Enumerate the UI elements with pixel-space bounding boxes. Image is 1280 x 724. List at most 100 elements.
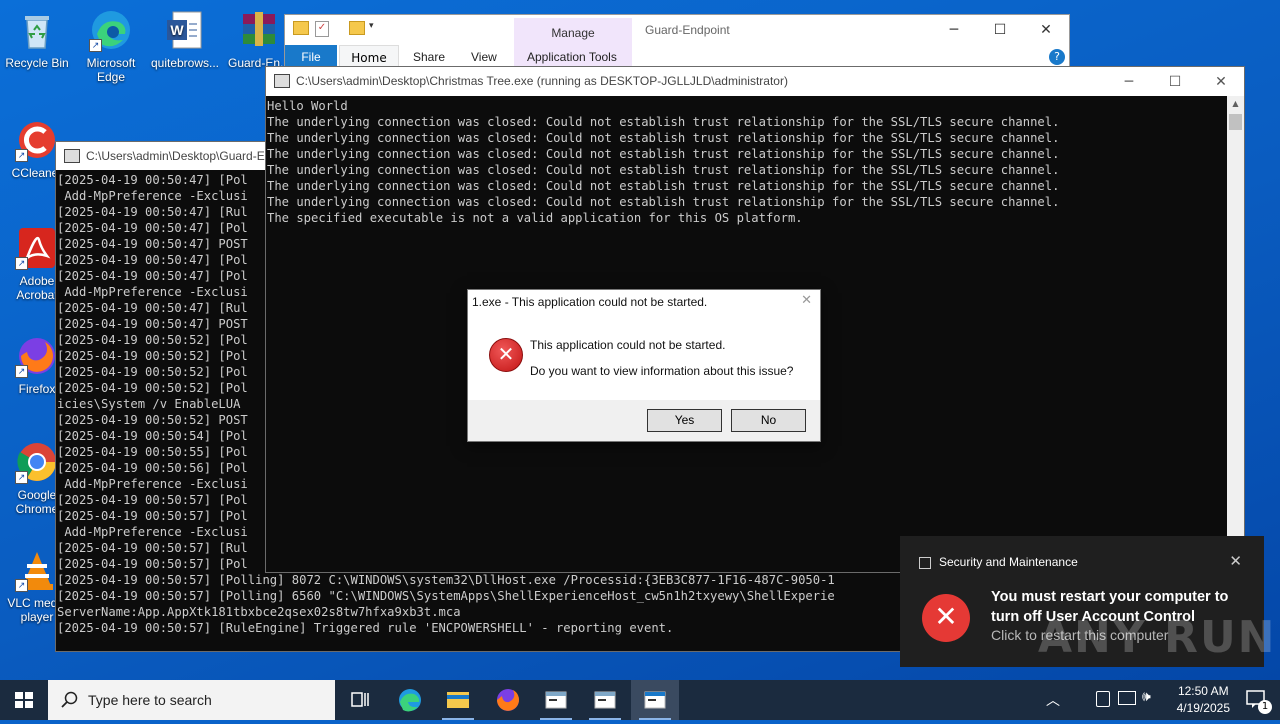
properties-icon[interactable]: ✓ xyxy=(315,21,329,37)
desktop-icon-label: Recycle Bin xyxy=(5,56,69,70)
chevron-up-icon[interactable]: ︿ xyxy=(1046,690,1060,710)
console-line: The underlying connection was closed: Co… xyxy=(267,195,1060,209)
console-line: [2025-04-19 00:50:57] [Polling] 8072 C:\… xyxy=(57,573,835,587)
vertical-scrollbar[interactable]: ▲ xyxy=(1227,96,1244,572)
folder-icon xyxy=(293,21,309,35)
winrar-icon xyxy=(237,8,281,52)
console-title: C:\Users\admin\Desktop\Christmas Tree.ex… xyxy=(296,74,788,88)
scroll-thumb[interactable] xyxy=(1229,114,1242,130)
anyrun-watermark: ANY RUN xyxy=(1038,612,1277,663)
firefox-icon xyxy=(497,689,519,711)
console-icon xyxy=(644,691,666,709)
network-icon[interactable] xyxy=(1118,691,1136,705)
help-icon[interactable]: ? xyxy=(1049,49,1065,65)
console-titlebar[interactable]: C:\Users\admin\Desktop\Christmas Tree.ex… xyxy=(266,67,1244,96)
console-line: The underlying connection was closed: Co… xyxy=(267,115,1060,129)
close-button[interactable]: ✕ xyxy=(1198,67,1244,97)
search-placeholder: Type here to search xyxy=(88,692,212,708)
explorer-title: Guard-Endpoint xyxy=(645,23,730,37)
console-icon xyxy=(594,691,616,709)
taskbar-edge[interactable] xyxy=(386,680,434,720)
console-line: [2025-04-19 00:50:57] [RuleEngine] Trigg… xyxy=(57,621,674,635)
desktop-icon-label: Adobe Acrobat xyxy=(16,274,58,302)
tab-share[interactable]: Share xyxy=(413,50,445,64)
edge-icon xyxy=(399,689,421,712)
taskbar-console-2[interactable] xyxy=(581,680,629,720)
console-title: C:\Users\admin\Desktop\Guard-E xyxy=(86,149,265,163)
new-folder-icon[interactable] xyxy=(349,21,365,35)
dialog-title: 1.exe - This application could not be st… xyxy=(472,295,708,309)
firefox-icon: ↗ xyxy=(15,334,59,378)
taskbar-console-active[interactable] xyxy=(631,680,679,720)
minimize-button[interactable]: ─ xyxy=(1106,67,1152,97)
edge-icon: ↗ xyxy=(89,8,133,52)
console-line: The underlying connection was closed: Co… xyxy=(267,131,1060,145)
shortcut-arrow-icon: ↗ xyxy=(15,257,28,270)
shortcut-arrow-icon: ↗ xyxy=(15,579,28,592)
desktop-icon-label: Google Chrome xyxy=(15,488,59,516)
start-button[interactable] xyxy=(0,680,48,720)
close-button[interactable]: ✕ xyxy=(1023,15,1069,45)
maximize-button[interactable]: ☐ xyxy=(977,15,1023,45)
dialog-message: This application could not be started. xyxy=(530,338,726,352)
console-icon xyxy=(274,74,290,88)
desktop-icon-label: quitebrows... xyxy=(150,56,220,70)
device-icon[interactable] xyxy=(1096,691,1110,707)
notification-icon xyxy=(1246,690,1265,708)
yes-button[interactable]: Yes xyxy=(647,409,722,432)
no-button[interactable]: No xyxy=(731,409,806,432)
toast-app-name: Security and Maintenance xyxy=(939,555,1078,569)
ccleaner-icon: ↗ xyxy=(15,118,59,162)
security-app-icon xyxy=(919,557,931,569)
maximize-button[interactable]: ☐ xyxy=(1152,67,1198,97)
acrobat-icon: ↗ xyxy=(15,226,59,270)
volume-icon[interactable]: 🕪 xyxy=(1142,689,1151,705)
console-line: The specified executable is not a valid … xyxy=(267,211,803,225)
search-box[interactable]: Type here to search xyxy=(48,680,335,720)
minimize-button[interactable]: ─ xyxy=(931,15,977,45)
shortcut-arrow-icon: ↗ xyxy=(15,149,28,162)
close-icon[interactable]: ✕ xyxy=(1229,552,1242,570)
clock-time: 12:50 AM xyxy=(1177,684,1229,698)
console-line: The underlying connection was closed: Co… xyxy=(267,163,1060,177)
dialog-question: Do you want to view information about th… xyxy=(530,364,794,378)
console-icon xyxy=(545,691,567,709)
recycle-bin-icon xyxy=(15,8,59,52)
word-doc-icon: W xyxy=(163,8,207,52)
notification-count-badge: 1 xyxy=(1258,700,1272,714)
quick-access-dropdown-icon[interactable]: ▾ xyxy=(369,21,374,31)
taskbar-file-explorer[interactable] xyxy=(434,680,482,720)
clock-date: 4/19/2025 xyxy=(1176,701,1230,715)
console-line: ServerName:App.AppXtk181tbxbce2qsex02s8t… xyxy=(57,605,461,619)
console-icon xyxy=(64,149,80,163)
error-dialog[interactable]: 1.exe - This application could not be st… xyxy=(467,289,821,442)
svg-text:W: W xyxy=(170,22,184,38)
error-icon: ✕ xyxy=(489,338,523,372)
desktop-icon-quitebrows[interactable]: W quitebrows... xyxy=(148,8,222,70)
desktop-icon-label: Microsoft Edge xyxy=(86,56,136,84)
desktop-icon-edge[interactable]: ↗ Microsoft Edge xyxy=(74,8,148,84)
scroll-up-icon[interactable]: ▲ xyxy=(1227,96,1244,112)
close-icon[interactable]: ✕ xyxy=(801,293,812,308)
dialog-footer: Yes No xyxy=(468,400,820,441)
tab-application-tools[interactable]: Application Tools xyxy=(527,50,617,64)
manage-label: Manage xyxy=(551,26,595,40)
console-line: [2025-04-19 00:50:57] [Polling] 6560 "C:… xyxy=(57,589,835,603)
vlc-icon: ↗ xyxy=(15,548,59,592)
clock[interactable]: 12:50 AM 4/19/2025 xyxy=(1177,683,1230,717)
tab-view[interactable]: View xyxy=(471,50,497,64)
task-view-button[interactable] xyxy=(336,680,384,720)
taskbar-firefox[interactable] xyxy=(484,680,532,720)
taskbar: Type here to search ︿ 🕪 12:50 AM 4/19/20… xyxy=(0,680,1280,720)
taskbar-console-1[interactable] xyxy=(532,680,580,720)
shortcut-arrow-icon: ↗ xyxy=(15,471,28,484)
shortcut-arrow-icon: ↗ xyxy=(15,365,28,378)
console-line: The underlying connection was closed: Co… xyxy=(267,147,1060,161)
chrome-icon: ↗ xyxy=(15,440,59,484)
search-icon xyxy=(61,691,78,708)
action-center-button[interactable]: 1 xyxy=(1232,680,1280,720)
desktop-icon-recycle-bin[interactable]: Recycle Bin xyxy=(0,8,74,70)
console-output: Hello World The underlying connection was… xyxy=(267,98,1059,226)
windows-logo-icon xyxy=(15,692,33,708)
explorer-window[interactable]: ✓ ▾ Manage Guard-Endpoint File Home Shar… xyxy=(284,14,1070,70)
